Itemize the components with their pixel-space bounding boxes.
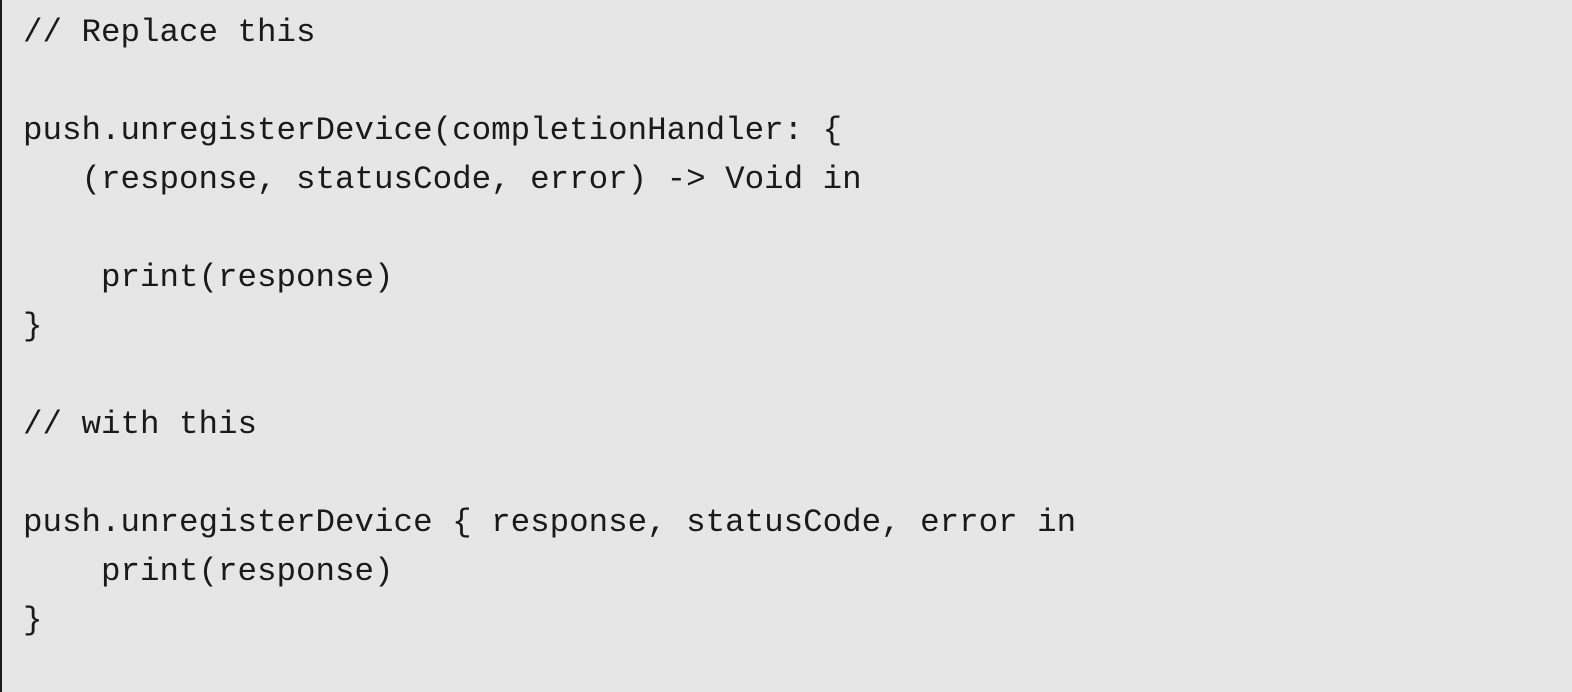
code-line: push.unregisterDevice(completionHandler:… xyxy=(23,112,843,149)
code-line: print(response) xyxy=(23,259,394,296)
code-line: // Replace this xyxy=(23,14,316,51)
code-line: // with this xyxy=(23,406,258,443)
code-block: // Replace this push.unregisterDevice(co… xyxy=(0,0,1572,692)
code-line: print(response) xyxy=(23,553,394,590)
code-line: push.unregisterDevice { response, status… xyxy=(23,504,1077,541)
code-line: } xyxy=(23,308,43,345)
code-line: } xyxy=(23,602,43,639)
code-line: (response, statusCode, error) -> Void in xyxy=(23,161,862,198)
